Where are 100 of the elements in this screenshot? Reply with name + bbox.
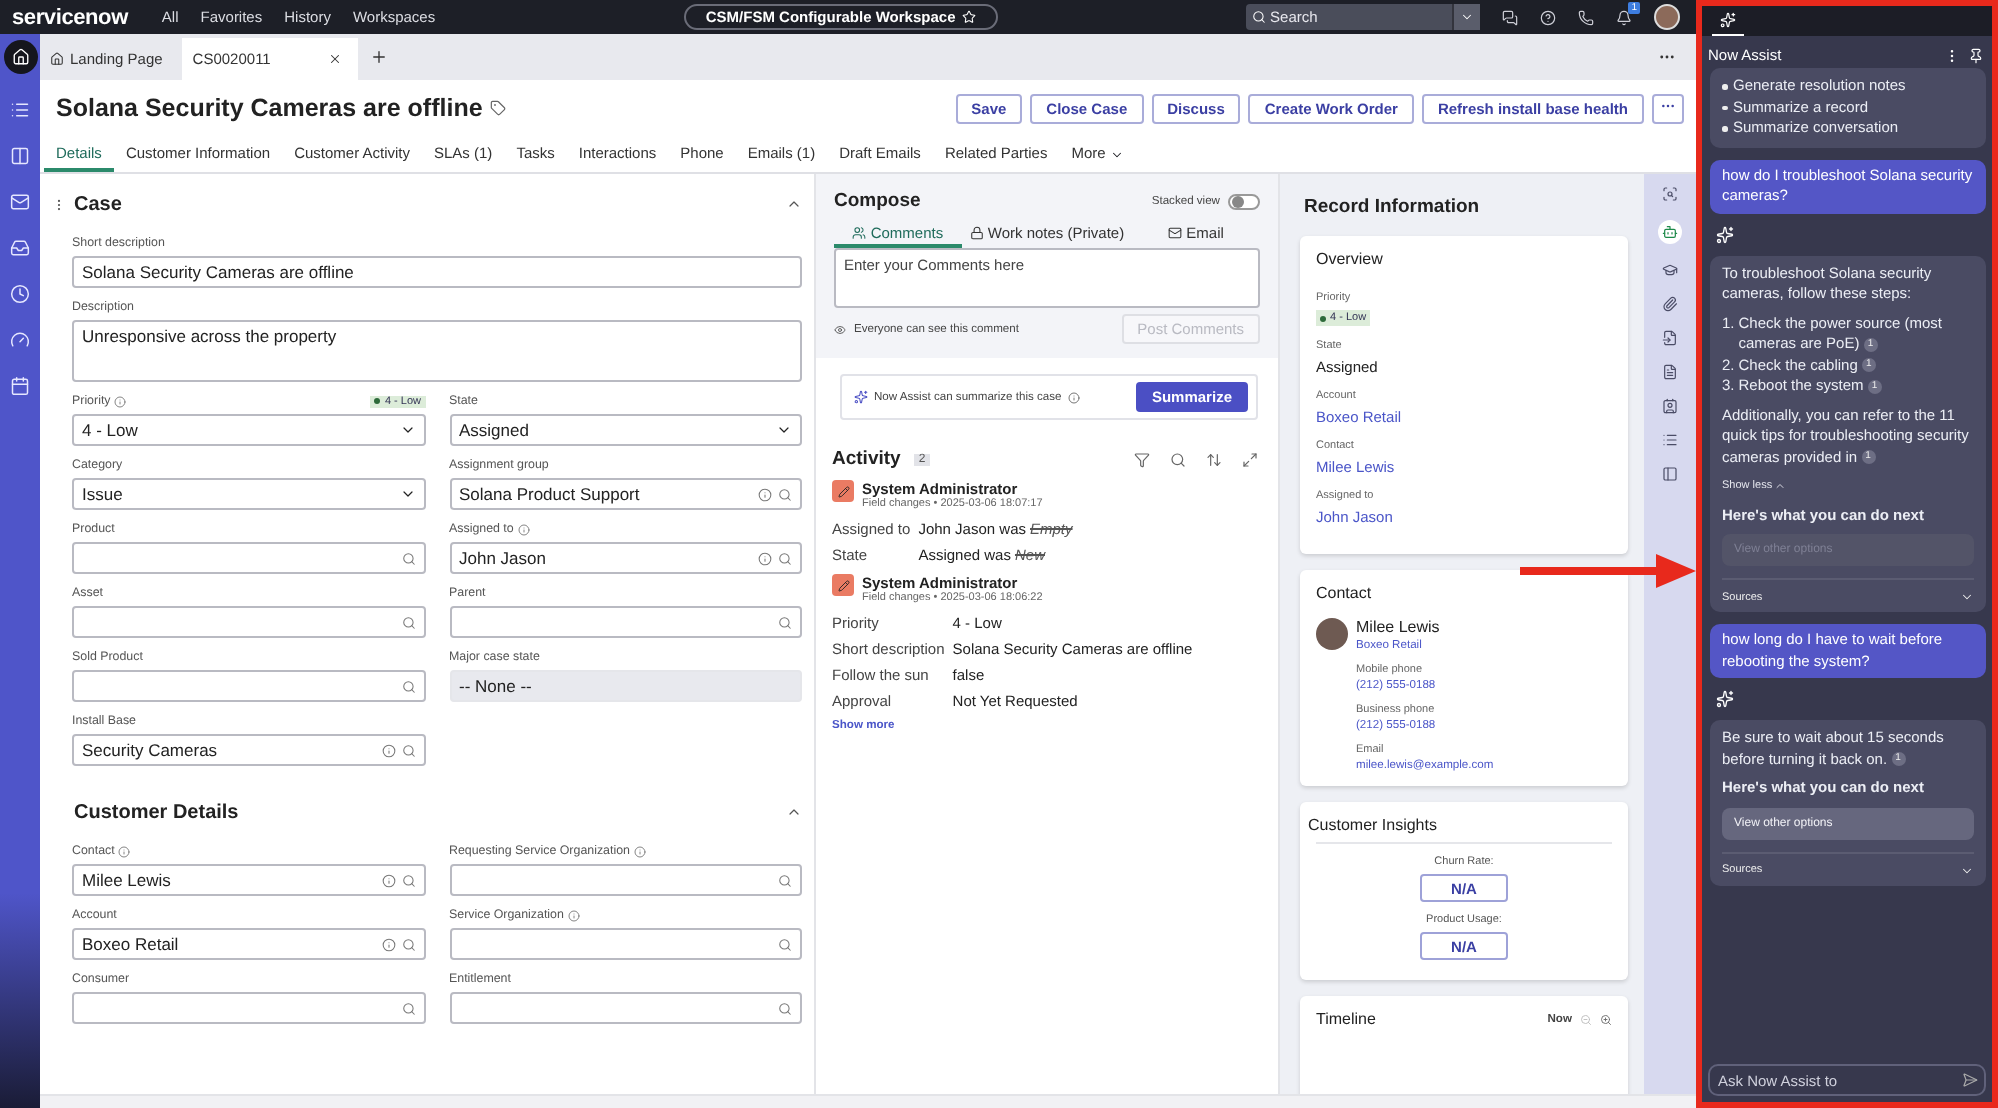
clock-icon[interactable]: [10, 284, 30, 304]
dot-icon: [374, 398, 381, 404]
send-icon[interactable]: [1962, 1072, 1978, 1088]
inbox-icon[interactable]: [10, 238, 30, 258]
caret-icon: [399, 422, 415, 438]
input-field[interactable]: Solana Product Support: [449, 478, 802, 510]
star-icon[interactable]: [961, 10, 976, 24]
search-icon: [401, 937, 415, 951]
search-icon: [778, 487, 792, 501]
tag-icon: [490, 100, 507, 116]
home-icon: [50, 52, 64, 66]
stacked-view-toggle[interactable]: [1228, 193, 1260, 209]
bullet-icon: [1722, 105, 1727, 110]
lock-icon: [969, 226, 984, 240]
calendar-icon[interactable]: [10, 376, 30, 396]
list-icon[interactable]: [10, 100, 30, 120]
home-button[interactable]: [3, 40, 37, 74]
chevron-down-icon[interactable]: [1960, 863, 1974, 877]
logo[interactable]: servicenow: [12, 5, 128, 29]
contact-card-icon[interactable]: [1662, 398, 1678, 414]
gauge-icon[interactable]: [10, 330, 30, 350]
list-icon[interactable]: [1662, 432, 1678, 448]
document-icon[interactable]: [1662, 364, 1678, 380]
collapse-icon[interactable]: [786, 196, 802, 212]
input-field[interactable]: [449, 864, 802, 896]
sort-icon[interactable]: [1206, 451, 1222, 467]
panel-title: Record Information: [1304, 196, 1482, 218]
mail-icon[interactable]: [10, 192, 30, 212]
graduation-cap-icon[interactable]: [1662, 262, 1678, 278]
collapse-icon[interactable]: [786, 804, 802, 820]
readonly-field[interactable]: -- None --: [449, 670, 802, 702]
chevron-down-icon[interactable]: [1960, 590, 1974, 604]
contact-name: Milee Lewis: [1356, 618, 1442, 636]
input-field[interactable]: John Jason: [449, 542, 802, 574]
input-field[interactable]: Milee Lewis: [72, 864, 425, 896]
sidebar-icon[interactable]: [1662, 466, 1678, 482]
card-title: Timeline: [1316, 1010, 1378, 1028]
columns-icon[interactable]: [10, 146, 30, 166]
phone-icon[interactable]: [1578, 9, 1595, 25]
search-icon[interactable]: [1170, 451, 1186, 467]
paperclip-icon[interactable]: [1662, 296, 1678, 312]
input-field[interactable]: [449, 992, 802, 1024]
input-field[interactable]: Unresponsive across the property: [72, 320, 802, 382]
search-dropdown[interactable]: [1452, 4, 1481, 30]
sparkle-icon: [854, 390, 868, 404]
caret-icon[interactable]: [1109, 147, 1124, 161]
dot-icon: [1320, 315, 1326, 321]
select-field[interactable]: Issue: [72, 478, 425, 510]
input-field[interactable]: [72, 606, 425, 638]
agent-button[interactable]: [1658, 220, 1682, 244]
select-field[interactable]: Assigned: [449, 414, 802, 446]
card-title: Customer Insights: [1308, 816, 1439, 834]
card-title: Contact: [1316, 584, 1374, 602]
file-icon[interactable]: [1662, 330, 1678, 346]
input-field[interactable]: [449, 606, 802, 638]
sparkle-icon: [1716, 690, 1734, 708]
input-field[interactable]: Security Cameras: [72, 734, 425, 766]
chevron-up-icon[interactable]: [1774, 480, 1787, 493]
search-icon: [401, 873, 415, 887]
expand-icon[interactable]: [1242, 451, 1258, 467]
mail-icon: [1168, 226, 1183, 240]
add-tab-icon[interactable]: [370, 48, 389, 66]
sparkle-icon: [1720, 12, 1736, 28]
pencil-icon: [837, 485, 849, 497]
input-field[interactable]: [449, 928, 802, 960]
bullet-icon: [1722, 84, 1727, 89]
caret-icon: [1460, 10, 1475, 24]
people-icon: [852, 226, 867, 240]
info-icon: [1067, 391, 1080, 403]
input-field[interactable]: [72, 542, 425, 574]
scan-search-icon[interactable]: [1662, 186, 1678, 202]
input-field[interactable]: [72, 992, 425, 1024]
eye-icon: [834, 323, 846, 335]
record-title: Solana Security Cameras are offline: [56, 94, 483, 122]
input-field[interactable]: Solana Security Cameras are offline: [72, 256, 802, 288]
select-field[interactable]: 4 - Low: [72, 414, 425, 446]
chat-icon[interactable]: [1502, 9, 1519, 25]
filter-icon[interactable]: [1134, 451, 1150, 467]
help-icon[interactable]: [1540, 9, 1557, 25]
zoom-in-icon[interactable]: [1600, 1013, 1612, 1025]
card-title: Overview: [1316, 250, 1385, 268]
input-field[interactable]: [72, 670, 425, 702]
search-icon: [778, 873, 792, 887]
user-avatar[interactable]: [1654, 4, 1681, 30]
home-icon: [11, 48, 29, 66]
bot-icon: [1662, 224, 1678, 240]
search-icon: [778, 551, 792, 565]
caret-icon: [399, 486, 415, 502]
section-title: Case: [74, 193, 124, 215]
caret-icon: [776, 422, 792, 438]
search-icon: [401, 615, 415, 629]
sparkle-icon: [1716, 225, 1734, 243]
pin-icon[interactable]: [1968, 47, 1984, 63]
assistant-tab[interactable]: [1712, 12, 1744, 36]
search-icon: [401, 551, 415, 565]
input-field[interactable]: Boxeo Retail: [72, 928, 425, 960]
bell-icon[interactable]: [1616, 9, 1633, 25]
close-icon[interactable]: [328, 52, 343, 66]
avatar-placeholder: [1316, 618, 1348, 650]
search-icon: [778, 937, 792, 951]
